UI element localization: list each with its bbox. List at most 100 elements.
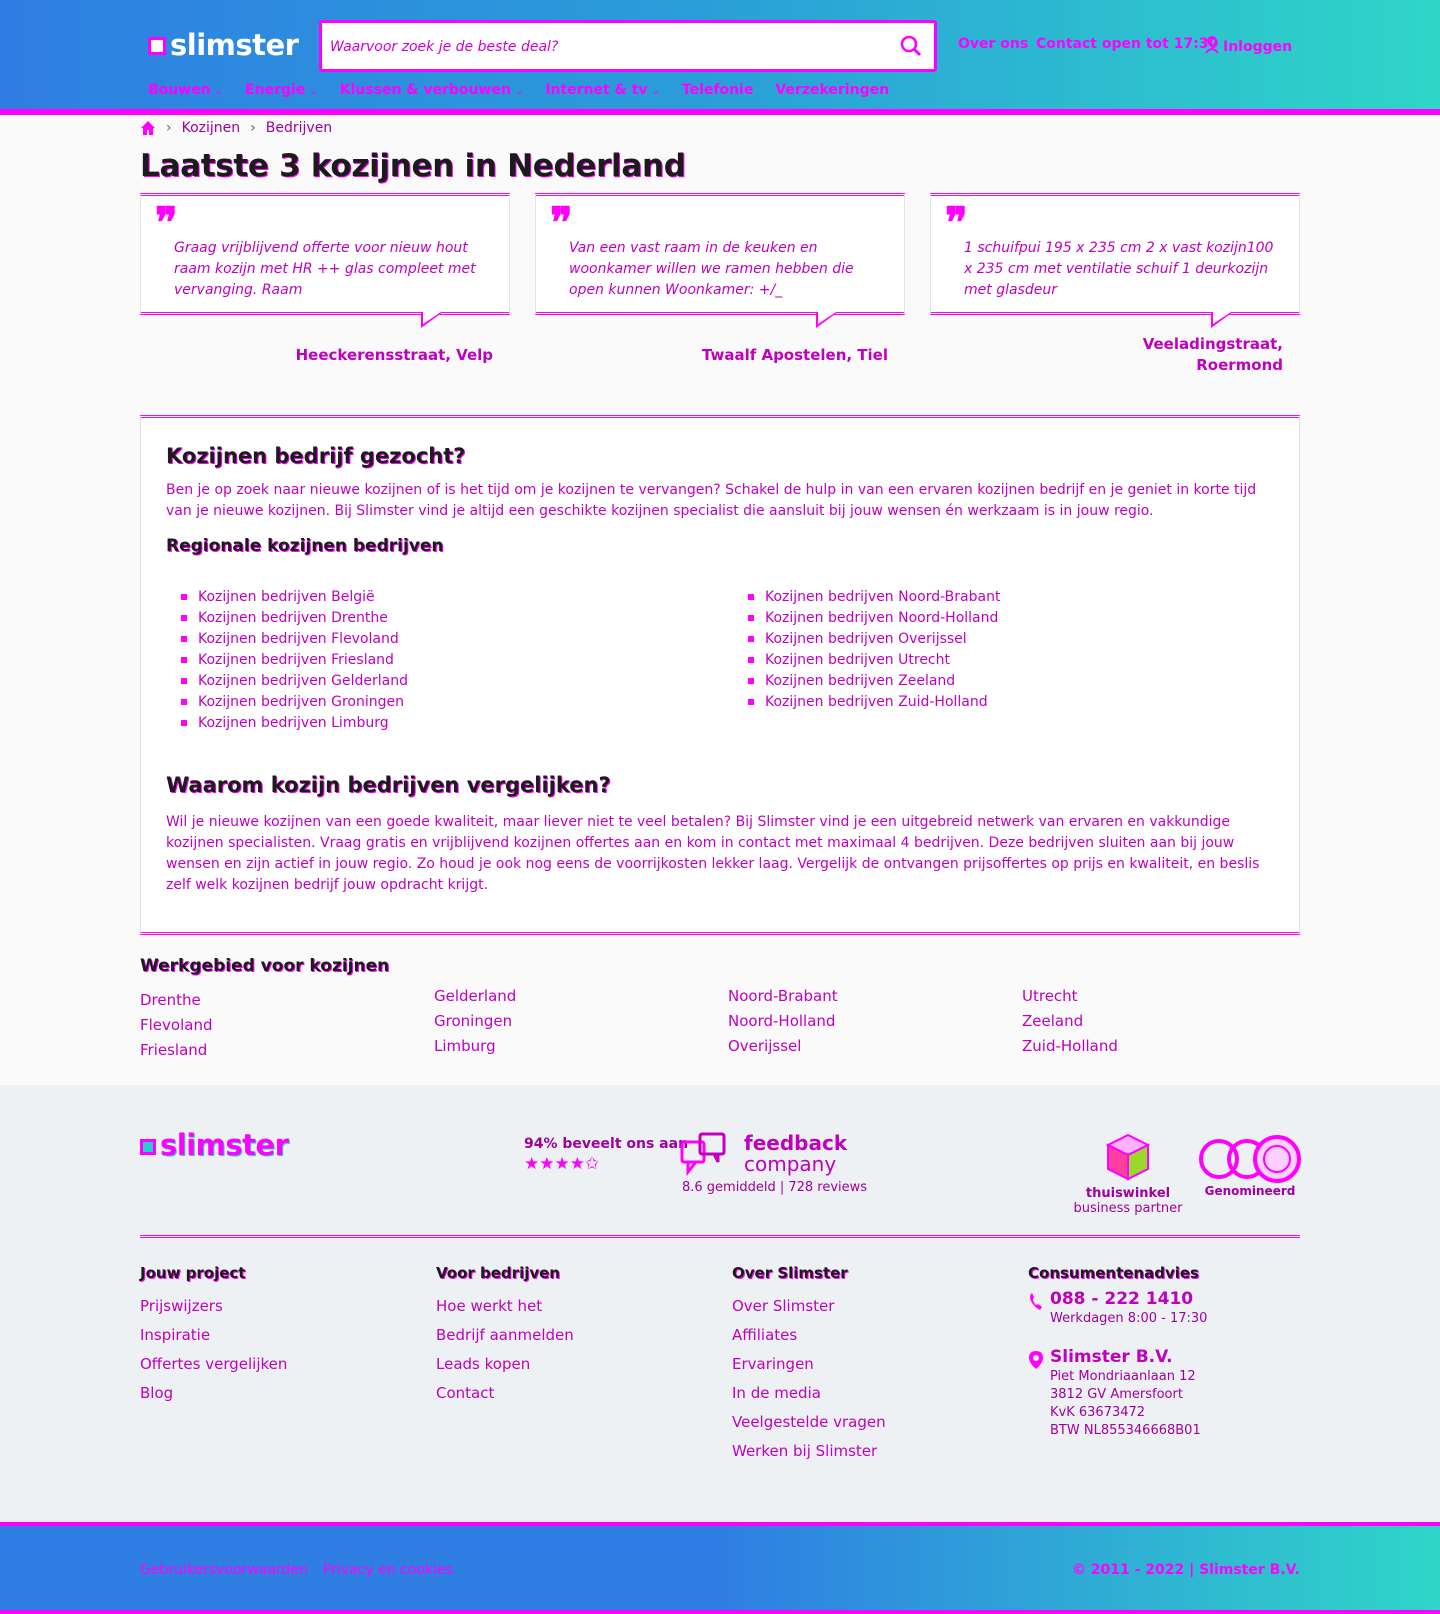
phone-number[interactable]: 088 - 222 1410 xyxy=(1050,1289,1207,1310)
slimster-logo[interactable]: slimster xyxy=(148,28,299,62)
header-underline xyxy=(0,109,1440,115)
region-link[interactable]: Kozijnen bedrijven Friesland xyxy=(181,650,408,671)
award-badges-icon[interactable] xyxy=(1199,1133,1301,1185)
footer-link[interactable]: Blog xyxy=(140,1379,287,1408)
footer-column-over: Over Slimster Over Slimster Affiliates E… xyxy=(732,1264,886,1466)
nav-item-energie[interactable]: Energie ⌄ xyxy=(245,82,318,102)
nav-item-telefonie[interactable]: Telefonie xyxy=(682,82,753,102)
werkgebied-column: Drenthe Flevoland Friesland xyxy=(140,988,212,1063)
contact-link[interactable]: Contact open tot 17:30 xyxy=(1036,36,1218,52)
home-icon[interactable] xyxy=(140,120,156,136)
footer-column-project: Jouw project Prijswijzers Inspiratie Off… xyxy=(140,1264,287,1408)
nav-item-internet[interactable]: Internet & tv ⌄ xyxy=(545,82,660,102)
feedback-average: 8.6 gemiddeld xyxy=(682,1180,776,1195)
region-link[interactable]: Kozijnen bedrijven Noord-Brabant xyxy=(748,587,1000,608)
footer-link[interactable]: Affiliates xyxy=(732,1321,886,1350)
footer-divider xyxy=(140,1235,1300,1239)
search-input[interactable] xyxy=(330,34,880,60)
login-link[interactable]: Inloggen xyxy=(1205,36,1292,55)
region-link[interactable]: Kozijnen bedrijven Groningen xyxy=(181,692,408,713)
region-link[interactable]: Kozijnen bedrijven Noord-Holland xyxy=(748,608,1000,629)
site-header: slimster Over ons Contact open tot 17:30… xyxy=(0,0,1440,115)
footer-link[interactable]: Hoe werkt het xyxy=(436,1292,574,1321)
footer-link[interactable]: Inspiratie xyxy=(140,1321,287,1350)
footer-link[interactable]: Over Slimster xyxy=(732,1292,886,1321)
footer-link[interactable]: Ervaringen xyxy=(732,1350,886,1379)
footer-column-consumer: Consumentenadvies xyxy=(1028,1264,1199,1292)
nav-label: Klussen & verbouwen xyxy=(339,82,511,98)
werkgebied-link[interactable]: Flevoland xyxy=(140,1013,212,1038)
werkgebied-link[interactable]: Friesland xyxy=(140,1038,212,1063)
werkgebied-link[interactable]: Utrecht xyxy=(1022,984,1118,1009)
logo-text: slimster xyxy=(170,28,299,62)
thuiswinkel-cube-icon[interactable] xyxy=(1106,1133,1150,1181)
region-link[interactable]: Kozijnen bedrijven Overijssel xyxy=(748,629,1000,650)
footer-link[interactable]: Prijswijzers xyxy=(140,1292,287,1321)
user-icon xyxy=(1205,36,1219,54)
privacy-link[interactable]: Privacy en cookies xyxy=(323,1562,453,1578)
address-line: 3812 GV Amersfoort xyxy=(1050,1387,1183,1402)
terms-link[interactable]: Gebruikersvoorwaarden xyxy=(140,1562,308,1578)
footer-link[interactable]: Veelgestelde vragen xyxy=(732,1408,886,1437)
login-label: Inloggen xyxy=(1223,39,1293,55)
search-icon[interactable] xyxy=(900,35,922,57)
footer-link[interactable]: Bedrijf aanmelden xyxy=(436,1321,574,1350)
thuiswinkel-label: thuiswinkel business partner xyxy=(1072,1186,1184,1216)
main-nav: Bouwen ⌄ Energie ⌄ Klussen & verbouwen ⌄ In… xyxy=(148,82,889,102)
region-link[interactable]: Kozijnen bedrijven Flevoland xyxy=(181,629,408,650)
address-block: Slimster B.V. Piet Mondriaanlaan 12 3812… xyxy=(1050,1347,1201,1440)
footer-link[interactable]: In de media xyxy=(732,1379,886,1408)
region-link[interactable]: Kozijnen bedrijven Zuid-Holland xyxy=(748,692,1000,713)
thuiswinkel-line2: business partner xyxy=(1073,1201,1183,1216)
chevron-down-icon: ⌄ xyxy=(214,86,224,97)
breadcrumb-kozijnen[interactable]: Kozijnen xyxy=(182,120,241,136)
location-pin-icon xyxy=(1029,1351,1043,1369)
werkgebied-link[interactable]: Drenthe xyxy=(140,988,212,1013)
about-link[interactable]: Over ons xyxy=(958,36,1028,52)
opening-hours: Werkdagen 8:00 - 17:30 xyxy=(1050,1311,1208,1326)
regional-heading: Regionale kozijnen bedrijven xyxy=(166,536,444,556)
werkgebied-link[interactable]: Zeeland xyxy=(1022,1009,1118,1034)
werkgebied-link[interactable]: Noord-Brabant xyxy=(728,984,838,1009)
footer-link[interactable]: Offertes vergelijken xyxy=(140,1350,287,1379)
feedback-line2: company xyxy=(744,1152,837,1176)
region-link[interactable]: Kozijnen bedrijven Zeeland xyxy=(748,671,1000,692)
chevron-right-icon: › xyxy=(250,120,256,136)
footer-column-title: Consumentenadvies xyxy=(1028,1264,1199,1282)
feedback-company-icon[interactable] xyxy=(680,1132,728,1180)
speech-tail-inner xyxy=(423,312,441,324)
region-link[interactable]: Kozijnen bedrijven Utrecht xyxy=(748,650,1000,671)
werkgebied-link[interactable]: Groningen xyxy=(434,1009,516,1034)
region-link[interactable]: Kozijnen bedrijven Gelderland xyxy=(181,671,408,692)
feedback-company-logo[interactable]: feedback company xyxy=(744,1133,847,1175)
werkgebied-column: Gelderland Groningen Limburg xyxy=(434,984,516,1059)
breadcrumb-bedrijven[interactable]: Bedrijven xyxy=(266,120,332,136)
werkgebied-link[interactable]: Gelderland xyxy=(434,984,516,1009)
footer-link[interactable]: Leads kopen xyxy=(436,1350,574,1379)
section-paragraph: Wil je nieuwe kozijnen van een goede kwa… xyxy=(166,814,1260,893)
chevron-down-icon: ⌄ xyxy=(651,86,660,97)
nav-item-klussen[interactable]: Klussen & verbouwen ⌄ xyxy=(340,82,524,102)
quote-location: Heeckerensstraat, Velp xyxy=(295,346,493,364)
quote-text: Graag vrijblijvend offerte voor nieuw ho… xyxy=(174,240,476,298)
nav-item-verzekeringen[interactable]: Verzekeringen xyxy=(775,82,889,102)
quote-card: ❞ Graag vrijblijvend offerte voor nieuw … xyxy=(140,193,510,328)
btw-number: BTW NL855346668B01 xyxy=(1050,1423,1201,1438)
feedback-reviews-link[interactable]: 728 reviews xyxy=(788,1180,867,1195)
region-link[interactable]: Kozijnen bedrijven Limburg xyxy=(181,713,408,734)
region-link[interactable]: Kozijnen bedrijven Drenthe xyxy=(181,608,408,629)
nav-item-bouwen[interactable]: Bouwen ⌄ xyxy=(148,82,223,102)
werkgebied-link[interactable]: Noord-Holland xyxy=(728,1009,838,1034)
footer-column-title: Over Slimster xyxy=(732,1264,848,1282)
region-link[interactable]: Kozijnen bedrijven België xyxy=(181,587,408,608)
section-heading: Kozijnen bedrijf gezocht? xyxy=(166,444,466,468)
footer-logo[interactable]: slimster xyxy=(140,1128,289,1162)
footer-link[interactable]: Werken bij Slimster xyxy=(732,1437,886,1466)
werkgebied-link[interactable]: Limburg xyxy=(434,1034,516,1059)
werkgebied-link[interactable]: Zuid-Holland xyxy=(1022,1034,1118,1059)
copyright: © 2011 - 2022 | Slimster B.V. xyxy=(1071,1562,1300,1578)
werkgebied-link[interactable]: Overijssel xyxy=(728,1034,838,1059)
footer-link[interactable]: Contact xyxy=(436,1379,574,1408)
chevron-right-icon: › xyxy=(166,120,172,136)
speech-tail-inner xyxy=(818,312,836,324)
